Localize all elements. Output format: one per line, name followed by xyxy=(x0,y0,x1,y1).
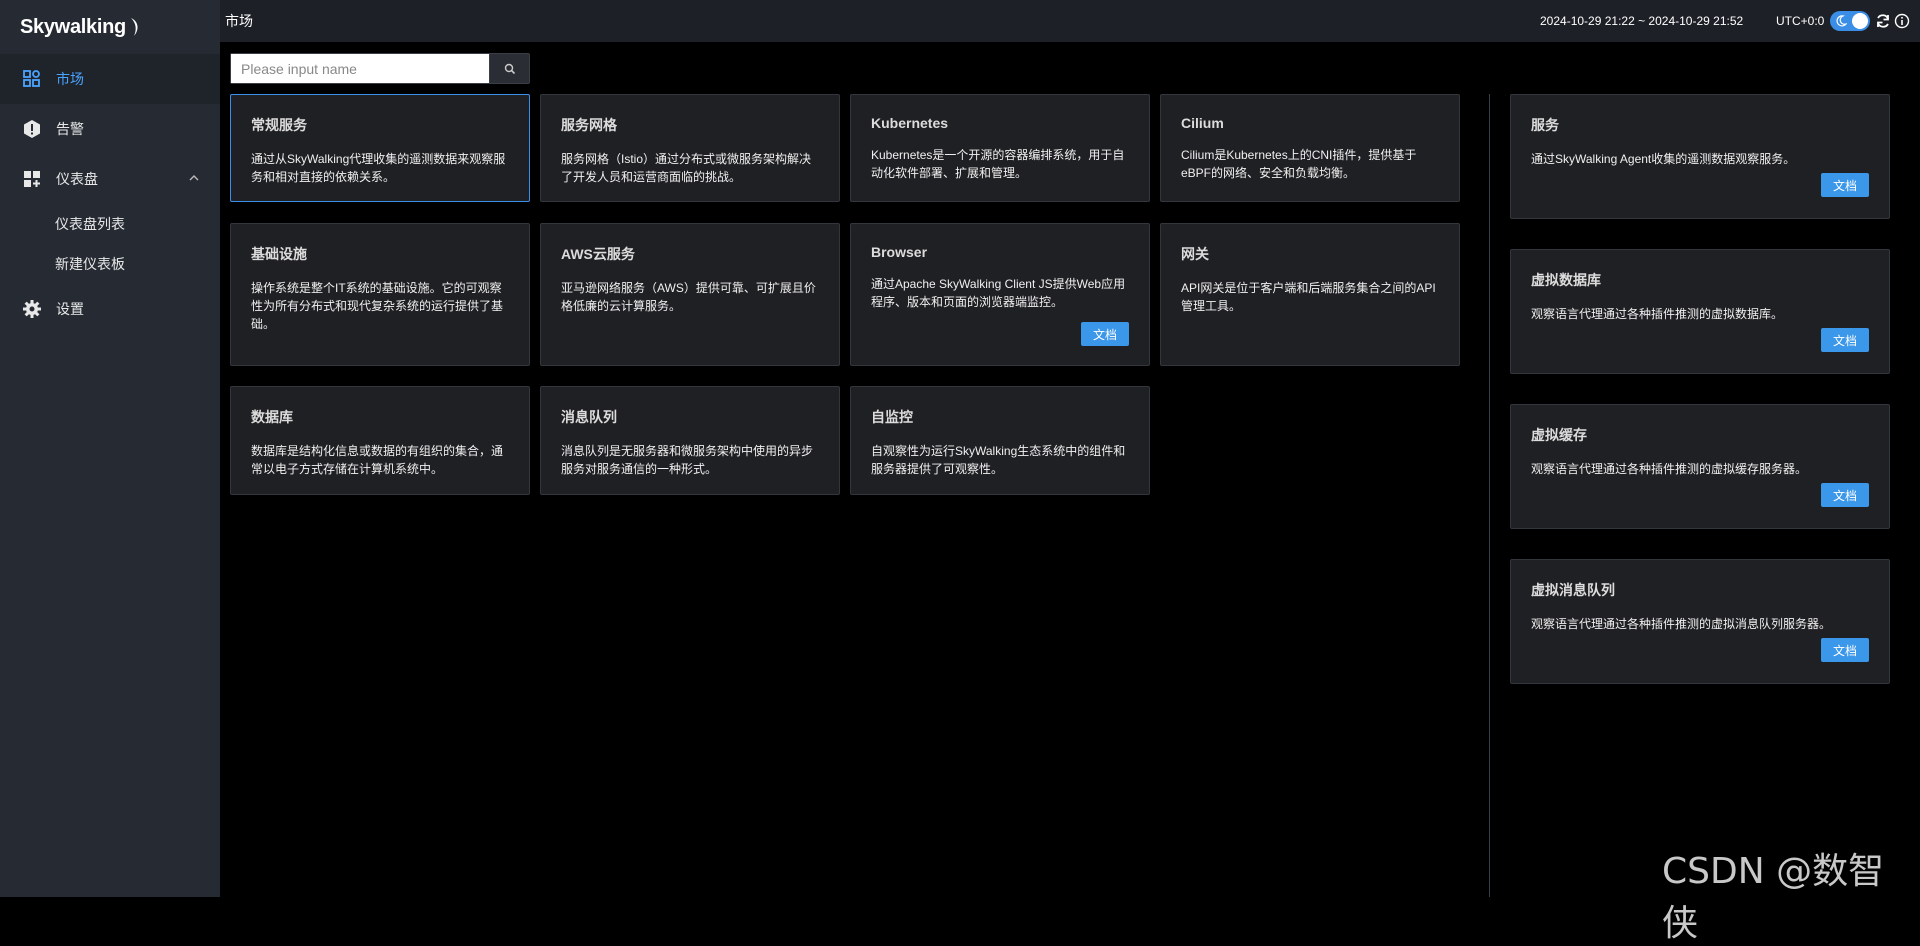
card-description: 观察语言代理通过各种插件推测的虚拟缓存服务器。 xyxy=(1531,462,1808,476)
card-title: 常规服务 xyxy=(251,117,307,133)
docs-button[interactable]: 文档 xyxy=(1821,638,1869,662)
sidebar-item-label: 设置 xyxy=(56,301,84,317)
docs-button[interactable]: 文档 xyxy=(1081,322,1129,346)
card-title: 基础设施 xyxy=(251,246,307,262)
top-header: 市场 2024-10-29 21:22 ~ 2024-10-29 21:52 U… xyxy=(220,0,1920,42)
refresh-icon[interactable] xyxy=(1875,13,1891,29)
sidebar-item-label: 告警 xyxy=(56,121,84,137)
search-button[interactable] xyxy=(489,54,529,83)
panel-divider xyxy=(1489,94,1490,897)
sidebar-item-dashboard[interactable]: 仪表盘 xyxy=(0,154,220,204)
virtual-layer-card[interactable]: 虚拟数据库 观察语言代理通过各种插件推测的虚拟数据库。 文档 xyxy=(1510,249,1890,374)
card-title: 虚拟数据库 xyxy=(1531,272,1601,288)
layer-card[interactable]: Browser 通过Apache SkyWalking Client JS提供W… xyxy=(850,223,1150,366)
sidebar-item-new-dashboard[interactable]: 新建仪表板 xyxy=(0,244,220,284)
card-title: 网关 xyxy=(1181,246,1209,262)
card-description: 自观察性为运行SkyWalking生态系统中的组件和服务器提供了可观察性。 xyxy=(871,444,1126,476)
layer-card[interactable]: 自监控 自观察性为运行SkyWalking生态系统中的组件和服务器提供了可观察性… xyxy=(850,386,1150,495)
card-description: 亚马逊网络服务（AWS）提供可靠、可扩展且价格低廉的云计算服务。 xyxy=(561,281,816,313)
card-title: AWS云服务 xyxy=(561,246,635,262)
marketplace-icon xyxy=(22,69,42,89)
card-description: 通过从SkyWalking代理收集的遥测数据来观察服务和相对直接的依赖关系。 xyxy=(251,152,506,184)
layer-card[interactable]: 数据库 数据库是结构化信息或数据的有组织的集合，通常以电子方式存储在计算机系统中… xyxy=(230,386,530,495)
card-title: 数据库 xyxy=(251,409,293,425)
gear-icon xyxy=(22,299,42,319)
sidebar-item-label: 市场 xyxy=(56,71,84,87)
chevron-up-icon[interactable] xyxy=(188,172,200,184)
card-description: 消息队列是无服务器和微服务架构中使用的异步服务对服务通信的一种形式。 xyxy=(561,444,814,476)
docs-button[interactable]: 文档 xyxy=(1821,173,1869,197)
timezone-label[interactable]: UTC+0:0 xyxy=(1776,14,1824,28)
dashboard-icon xyxy=(22,169,42,189)
docs-button[interactable]: 文档 xyxy=(1821,483,1869,507)
brand-logo[interactable]: Skywalking xyxy=(0,0,220,54)
sidebar-item-label: 新建仪表板 xyxy=(55,256,125,272)
layer-card[interactable]: 基础设施 操作系统是整个IT系统的基础设施。它的可观察性为所有分布式和现代复杂系… xyxy=(230,223,530,366)
search-box xyxy=(230,53,530,84)
alert-icon xyxy=(22,119,42,139)
card-title: Cilium xyxy=(1181,115,1224,131)
docs-button[interactable]: 文档 xyxy=(1821,328,1869,352)
card-title: 服务 xyxy=(1531,117,1559,133)
card-title: 虚拟消息队列 xyxy=(1531,582,1615,598)
card-title: 消息队列 xyxy=(561,409,617,425)
card-description: Kubernetes是一个开源的容器编排系统，用于自动化软件部署、扩展和管理。 xyxy=(871,148,1125,180)
layer-card[interactable]: 服务网格 服务网格（Istio）通过分布式或微服务架构解决了开发人员和运营商面临… xyxy=(540,94,840,202)
info-icon[interactable] xyxy=(1894,13,1910,29)
moon-icon xyxy=(1836,15,1847,27)
brand-name: Skywalking xyxy=(20,15,126,38)
watermark-text: CSDN @数智侠 xyxy=(1662,851,1885,944)
layer-card[interactable]: 常规服务 通过从SkyWalking代理收集的遥测数据来观察服务和相对直接的依赖… xyxy=(230,94,530,202)
virtual-layer-card[interactable]: 虚拟消息队列 观察语言代理通过各种插件推测的虚拟消息队列服务器。 文档 xyxy=(1510,559,1890,684)
sidebar-item-marketplace[interactable]: 市场 xyxy=(0,54,220,104)
page-title: 市场 xyxy=(225,13,253,29)
time-range-picker[interactable]: 2024-10-29 21:22 ~ 2024-10-29 21:52 xyxy=(1540,14,1743,28)
card-title: 服务网格 xyxy=(561,117,617,133)
virtual-layer-card[interactable]: 服务 通过SkyWalking Agent收集的遥测数据观察服务。 文档 xyxy=(1510,94,1890,219)
theme-toggle[interactable] xyxy=(1830,11,1870,31)
card-title: Kubernetes xyxy=(871,115,949,131)
card-description: Cilium是Kubernetes上的CNI插件，提供基于eBPF的网络、安全和… xyxy=(1181,148,1417,180)
sidebar-item-label: 仪表盘列表 xyxy=(55,216,125,232)
sidebar: Skywalking 市场 告警 仪表盘 仪表盘列表 新建仪表板 设置 xyxy=(0,0,220,897)
layer-card[interactable]: AWS云服务 亚马逊网络服务（AWS）提供可靠、可扩展且价格低廉的云计算服务。 xyxy=(540,223,840,366)
layer-card[interactable]: 网关 API网关是位于客户端和后端服务集合之间的API管理工具。 xyxy=(1160,223,1460,366)
sidebar-item-label: 仪表盘 xyxy=(56,171,98,187)
card-description: API网关是位于客户端和后端服务集合之间的API管理工具。 xyxy=(1181,281,1436,313)
sidebar-item-settings[interactable]: 设置 xyxy=(0,284,220,334)
layer-card[interactable]: 消息队列 消息队列是无服务器和微服务架构中使用的异步服务对服务通信的一种形式。 xyxy=(540,386,840,495)
sidebar-item-alerts[interactable]: 告警 xyxy=(0,104,220,154)
toggle-knob xyxy=(1852,13,1868,29)
card-description: 服务网格（Istio）通过分布式或微服务架构解决了开发人员和运营商面临的挑战。 xyxy=(561,152,812,184)
swoosh-logo-icon xyxy=(130,18,138,36)
sidebar-item-dashboard-list[interactable]: 仪表盘列表 xyxy=(0,204,220,244)
virtual-layer-card[interactable]: 虚拟缓存 观察语言代理通过各种插件推测的虚拟缓存服务器。 文档 xyxy=(1510,404,1890,529)
card-description: 观察语言代理通过各种插件推测的虚拟消息队列服务器。 xyxy=(1531,617,1832,631)
card-title: Browser xyxy=(871,244,928,260)
card-description: 观察语言代理通过各种插件推测的虚拟数据库。 xyxy=(1531,307,1784,321)
card-title: 自监控 xyxy=(871,409,913,425)
card-description: 操作系统是整个IT系统的基础设施。它的可观察性为所有分布式和现代复杂系统的运行提… xyxy=(251,281,504,331)
card-description: 数据库是结构化信息或数据的有组织的集合，通常以电子方式存储在计算机系统中。 xyxy=(251,444,504,476)
search-input[interactable] xyxy=(231,54,489,83)
layer-card[interactable]: Kubernetes Kubernetes是一个开源的容器编排系统，用于自动化软… xyxy=(850,94,1150,202)
layer-card[interactable]: Cilium Cilium是Kubernetes上的CNI插件，提供基于eBPF… xyxy=(1160,94,1460,202)
card-title: 虚拟缓存 xyxy=(1531,427,1587,443)
card-description: 通过SkyWalking Agent收集的遥测数据观察服务。 xyxy=(1531,152,1796,166)
card-description: 通过Apache SkyWalking Client JS提供Web应用程序、版… xyxy=(871,277,1126,309)
search-icon xyxy=(504,63,515,74)
